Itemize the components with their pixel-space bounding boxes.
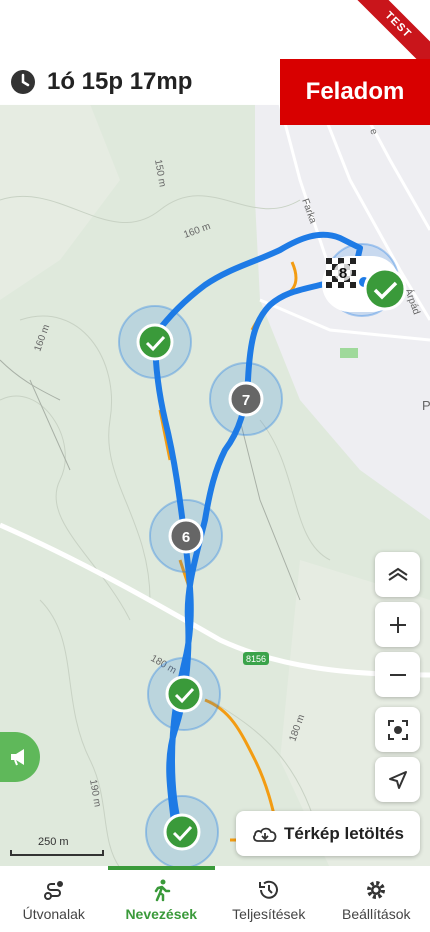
map-canvas: 150 m 160 m 160 m 180 m 180 m 190 m Fark… xyxy=(0,104,430,868)
map-view[interactable]: 150 m 160 m 160 m 180 m 180 m 190 m Fark… xyxy=(0,104,430,868)
navigation-arrow-icon xyxy=(388,770,407,789)
svg-text:8156: 8156 xyxy=(246,654,266,664)
gear-icon xyxy=(367,881,386,899)
nav-item-completions[interactable]: Teljesítések xyxy=(215,866,323,932)
clearing-area xyxy=(0,104,120,300)
label-190m: 190 m xyxy=(87,779,103,808)
nav-label-completions: Teljesítések xyxy=(232,906,306,922)
label-160m-a: 160 m xyxy=(182,221,212,241)
route-icon xyxy=(43,881,63,900)
layers-icon xyxy=(387,567,408,581)
scale-bar xyxy=(10,850,104,856)
nav-label-settings: Beállítások xyxy=(342,906,411,922)
checkpoint-done-1[interactable] xyxy=(118,305,192,379)
plus-icon xyxy=(389,616,406,633)
megaphone-icon xyxy=(11,749,24,766)
nav-item-settings[interactable]: Beállítások xyxy=(323,866,430,932)
give-up-button[interactable]: Feladom xyxy=(280,59,430,125)
timer-bar: 1ó 15p 17mp xyxy=(0,59,280,105)
road-shield-8156: 8156 xyxy=(243,652,269,665)
svg-text:6: 6 xyxy=(182,529,190,546)
label-150m-a: 150 m xyxy=(152,159,168,188)
checkpoint-done-3[interactable] xyxy=(145,795,219,868)
focus-icon xyxy=(387,719,408,740)
map-download-button[interactable]: Térkép letöltés xyxy=(236,811,420,856)
park-patch xyxy=(340,348,358,358)
bottom-navigation: Útvonalak Nevezések Teljesítések Beállít… xyxy=(0,866,430,932)
history-icon xyxy=(258,880,278,899)
nav-label-entries: Nevezések xyxy=(125,906,198,922)
checkpoint-7[interactable]: 7 xyxy=(209,362,283,436)
focus-button[interactable] xyxy=(375,707,420,752)
svg-text:7: 7 xyxy=(242,392,250,409)
layers-button[interactable] xyxy=(375,552,420,597)
scale-label: 250 m xyxy=(38,836,69,848)
locate-button[interactable] xyxy=(375,757,420,802)
checkpoint-6[interactable]: 6 xyxy=(149,499,223,573)
runner-icon xyxy=(155,879,171,902)
nav-label-routes: Útvonalak xyxy=(22,906,85,922)
zoom-in-button[interactable] xyxy=(375,602,420,647)
elapsed-time: 1ó 15p 17mp xyxy=(47,68,193,95)
svg-text:8: 8 xyxy=(339,265,347,282)
cloud-download-icon xyxy=(253,827,277,842)
nav-item-entries[interactable]: Nevezések xyxy=(107,866,216,932)
clock-icon xyxy=(11,70,35,94)
minus-icon xyxy=(389,673,406,676)
nav-item-routes[interactable]: Útvonalak xyxy=(0,866,108,932)
checkpoint-done-2[interactable] xyxy=(147,657,221,731)
street-p: P xyxy=(422,398,430,413)
label-160m-b: 160 m xyxy=(32,323,52,353)
status-area: TEST xyxy=(0,0,430,83)
map-download-label: Térkép letöltés xyxy=(284,823,404,843)
zoom-out-button[interactable] xyxy=(375,652,420,697)
map-scale: 250 m xyxy=(10,836,104,856)
